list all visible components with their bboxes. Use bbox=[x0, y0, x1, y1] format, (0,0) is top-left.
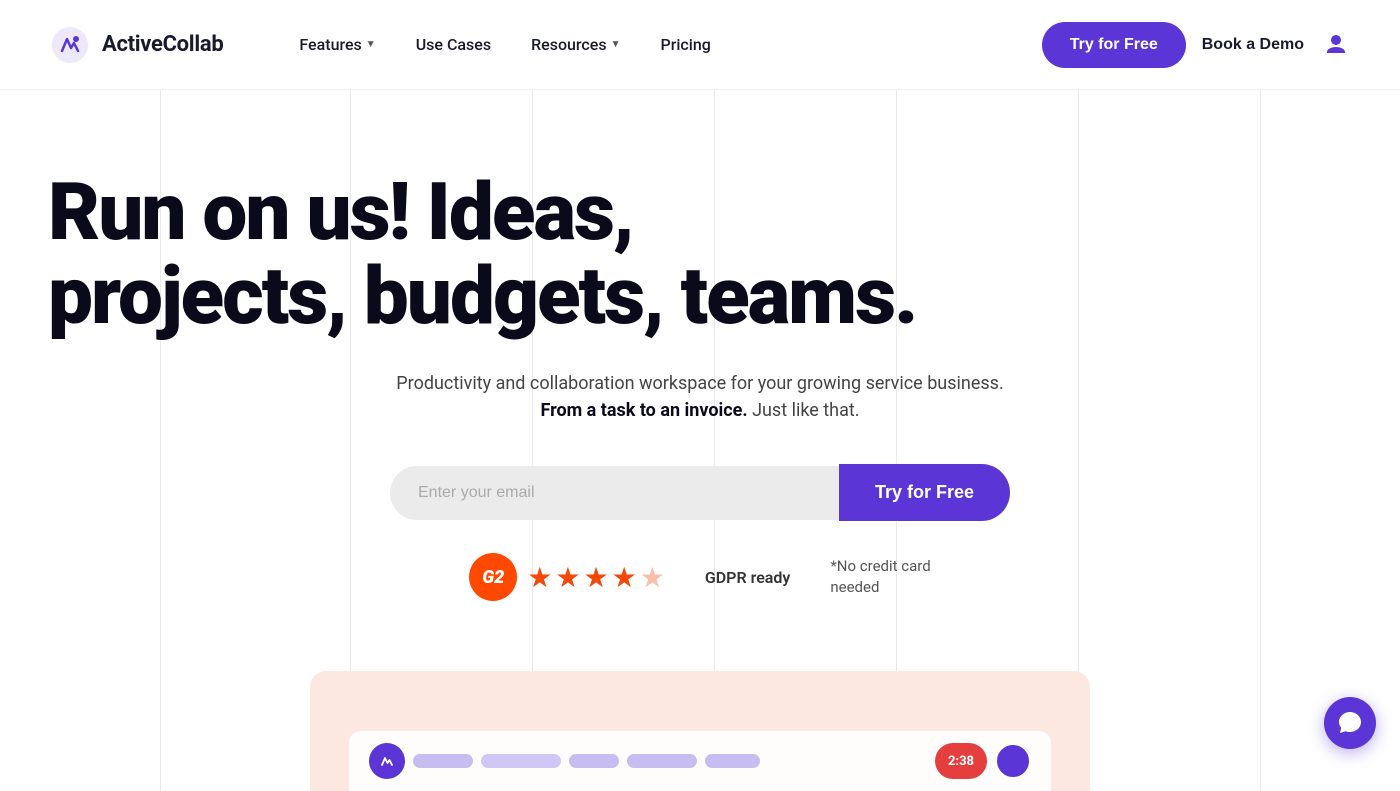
logo-icon bbox=[48, 23, 92, 67]
hero-title: Run on us! Ideas, projects, budgets, tea… bbox=[48, 170, 928, 338]
timer-badge: 2:38 bbox=[935, 743, 987, 779]
app-preview-window: 2:38 bbox=[310, 671, 1090, 791]
hero-subtitle-bold: From a task to an invoice. bbox=[540, 400, 747, 421]
nav-try-free-button[interactable]: Try for Free bbox=[1042, 22, 1186, 68]
app-preview: 2:38 bbox=[48, 671, 1352, 791]
page-content: Run on us! Ideas, projects, budgets, tea… bbox=[0, 90, 1400, 791]
resources-chevron-icon: ▼ bbox=[611, 39, 621, 50]
app-bar-logo bbox=[378, 752, 396, 770]
hero-section: Run on us! Ideas, projects, budgets, tea… bbox=[48, 90, 1352, 641]
user-avatar bbox=[995, 743, 1031, 779]
logo-text: ActiveCollab bbox=[102, 32, 223, 57]
star-5: ★ bbox=[640, 561, 665, 594]
star-rating: ★ ★ ★ ★ ★ bbox=[527, 561, 665, 594]
navbar: ActiveCollab Features ▼ Use Cases Resour… bbox=[0, 0, 1400, 90]
nav-pricing[interactable]: Pricing bbox=[644, 27, 726, 62]
app-ui-bar: 2:38 bbox=[349, 731, 1051, 791]
hero-badges: G2 ★ ★ ★ ★ ★ GDPR ready *No credit card … bbox=[48, 553, 1352, 601]
nav-use-cases[interactable]: Use Cases bbox=[400, 27, 507, 62]
features-chevron-icon: ▼ bbox=[366, 39, 376, 50]
star-3: ★ bbox=[584, 561, 609, 594]
no-credit-card-notice: *No credit card needed bbox=[830, 556, 930, 598]
g2-badge: G2 ★ ★ ★ ★ ★ bbox=[469, 553, 665, 601]
email-input[interactable] bbox=[390, 466, 839, 520]
chat-support-button[interactable] bbox=[1324, 697, 1376, 749]
hero-try-free-button[interactable]: Try for Free bbox=[839, 464, 1010, 521]
nav-links: Features ▼ Use Cases Resources ▼ Pricing bbox=[283, 27, 1041, 62]
logo-link[interactable]: ActiveCollab bbox=[48, 23, 223, 67]
app-bar-icon bbox=[369, 743, 405, 779]
star-2: ★ bbox=[555, 561, 580, 594]
nav-features[interactable]: Features ▼ bbox=[283, 27, 391, 62]
g2-icon: G2 bbox=[469, 553, 517, 601]
user-account-icon[interactable] bbox=[1320, 29, 1352, 61]
app-bar-segment-2 bbox=[481, 754, 561, 768]
star-1: ★ bbox=[527, 561, 552, 594]
app-bar-segment-3 bbox=[569, 754, 619, 768]
hero-subtitle: Productivity and collaboration workspace… bbox=[340, 370, 1060, 424]
gdpr-badge: GDPR ready bbox=[705, 568, 791, 587]
hero-subtitle-container: Productivity and collaboration workspace… bbox=[340, 370, 1060, 424]
app-bar-segment-5 bbox=[705, 754, 760, 768]
app-bar-segment-4 bbox=[627, 754, 697, 768]
star-4: ★ bbox=[612, 561, 637, 594]
app-bar-segment-1 bbox=[413, 754, 473, 768]
nav-resources[interactable]: Resources ▼ bbox=[515, 27, 636, 62]
nav-book-demo-button[interactable]: Book a Demo bbox=[1202, 36, 1304, 54]
hero-email-form: Try for Free bbox=[390, 464, 1010, 521]
chat-icon bbox=[1337, 710, 1363, 736]
nav-actions: Try for Free Book a Demo bbox=[1042, 22, 1352, 68]
